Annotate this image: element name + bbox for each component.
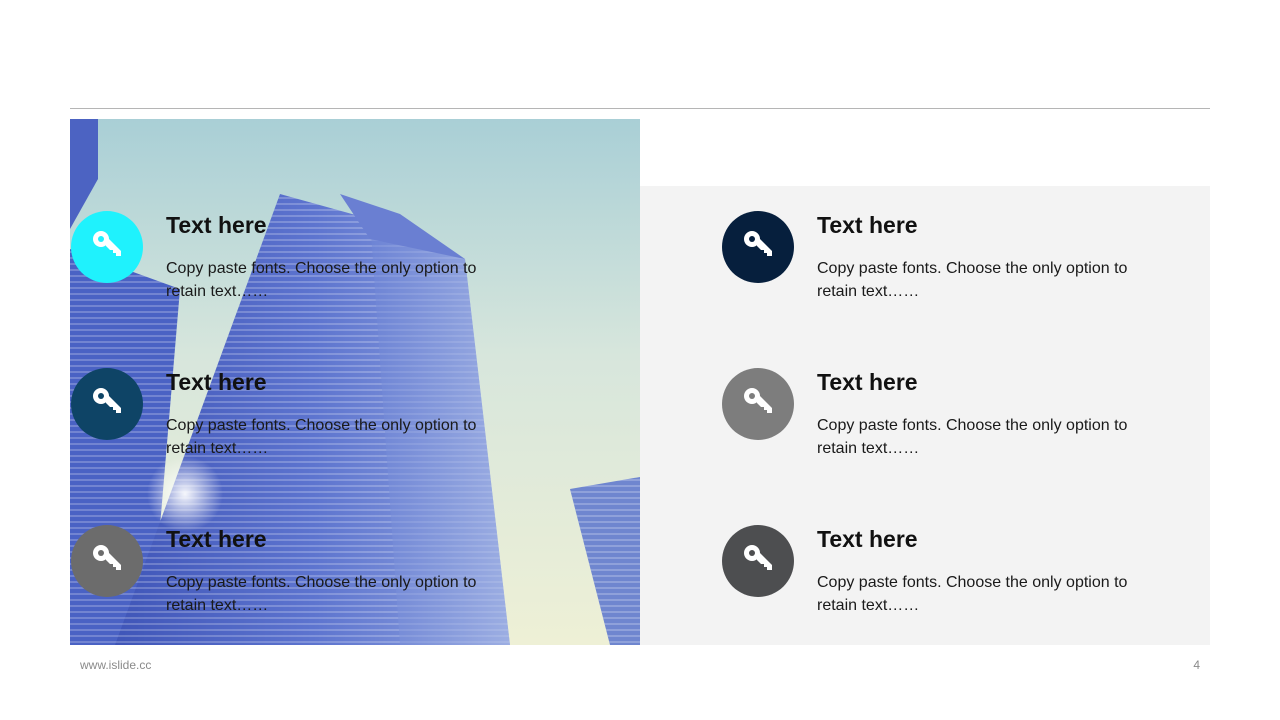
- feature-title: Text here: [166, 212, 267, 238]
- feature-icon-circle: [722, 211, 794, 283]
- feature-item: Text here Copy paste fonts. Choose the on…: [71, 211, 491, 311]
- footer-url: www.islide.cc: [80, 658, 152, 672]
- feature-description: Copy paste fonts. Choose the only option…: [166, 574, 477, 614]
- key-icon: [741, 385, 775, 424]
- page-number: 4: [1193, 658, 1200, 672]
- feature-icon-circle: [71, 368, 143, 440]
- feature-title: Text here: [166, 369, 267, 395]
- key-icon: [90, 542, 124, 581]
- feature-title: Text here: [166, 526, 267, 552]
- feature-title: Text here: [817, 212, 918, 238]
- feature-title: Text here: [817, 369, 918, 395]
- feature-icon-circle: [71, 525, 143, 597]
- feature-description: Copy paste fonts. Choose the only option…: [817, 260, 1128, 300]
- key-icon: [90, 385, 124, 424]
- feature-description: Copy paste fonts. Choose the only option…: [817, 574, 1128, 614]
- feature-description: Copy paste fonts. Choose the only option…: [166, 417, 477, 457]
- feature-item: Text here Copy paste fonts. Choose the on…: [71, 368, 491, 468]
- feature-icon-circle: [71, 211, 143, 283]
- key-icon: [741, 542, 775, 581]
- feature-item: Text here Copy paste fonts. Choose the on…: [71, 525, 491, 625]
- feature-icon-circle: [722, 525, 794, 597]
- feature-description: Copy paste fonts. Choose the only option…: [166, 260, 477, 300]
- key-icon: [741, 228, 775, 267]
- feature-item: Text here Copy paste fonts. Choose the on…: [722, 368, 1142, 468]
- feature-item: Text here Copy paste fonts. Choose the on…: [722, 211, 1142, 311]
- feature-item: Text here Copy paste fonts. Choose the on…: [722, 525, 1142, 625]
- feature-icon-circle: [722, 368, 794, 440]
- key-icon: [90, 228, 124, 267]
- feature-title: Text here: [817, 526, 918, 552]
- feature-description: Copy paste fonts. Choose the only option…: [817, 417, 1128, 457]
- top-divider: [70, 108, 1210, 109]
